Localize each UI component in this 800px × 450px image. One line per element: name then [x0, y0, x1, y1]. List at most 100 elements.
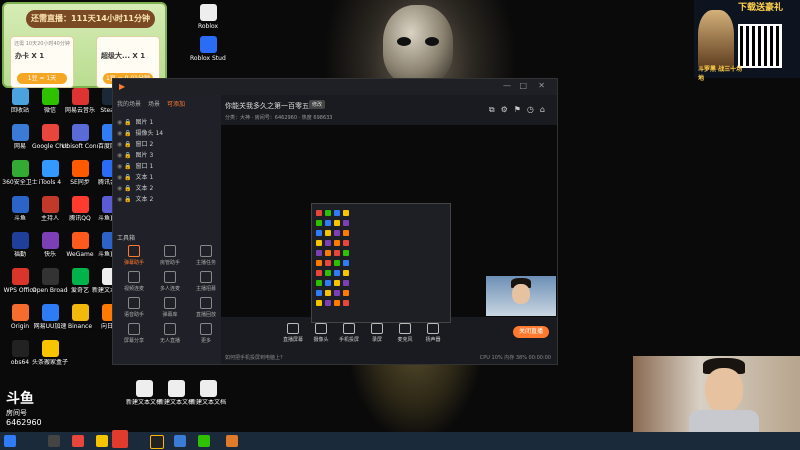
toolbox-item[interactable]: 主播招募: [189, 271, 223, 292]
toolbar-button[interactable]: 录屏: [363, 323, 391, 343]
toolbox-item[interactable]: 弹幕库: [153, 297, 187, 318]
preview-icon: [325, 210, 331, 216]
preview-icon: [325, 250, 331, 256]
toolbar-icon: [343, 323, 355, 334]
desktop-shortcut[interactable]: 新建文本文档: [158, 380, 194, 406]
preview-icon: [325, 280, 331, 286]
source-item[interactable]: ◉ 🔒 文本 2: [117, 194, 209, 205]
close-icon[interactable]: ✕: [538, 81, 545, 90]
toolbar-button[interactable]: 手机投屏: [335, 323, 363, 343]
minimize-icon[interactable]: —: [503, 81, 511, 90]
toolbox-item[interactable]: 多人连麦: [153, 271, 187, 292]
status-stats: CPU 10% 内存 38% 00:00:00: [479, 355, 551, 361]
visibility-icon[interactable]: ◉ 🔒: [117, 196, 134, 203]
app-icon: [167, 380, 185, 397]
live-goal-card: 还需直播：111天14小时11分钟 还需 10天20小时40分钟 办卡 X 1 …: [2, 2, 167, 88]
app-logo-icon: ▶: [119, 82, 126, 91]
source-label: 图片 3: [135, 152, 154, 159]
source-item[interactable]: ◉ 🔒 窗口 2: [117, 139, 209, 150]
promo-banner[interactable]: 下载送豪礼 斗罗黑 战三十场地: [694, 0, 800, 82]
desktop-shortcut[interactable]: Roblox: [190, 4, 226, 30]
sidebar-tab[interactable]: 场景: [148, 101, 160, 108]
toolbar-button[interactable]: 直播屏幕: [279, 323, 307, 343]
visibility-icon[interactable]: ◉ 🔒: [117, 119, 134, 126]
toolbox-item[interactable]: 房管助手: [153, 245, 187, 266]
taskbar-app-icon[interactable]: [96, 435, 108, 447]
toolbox-item[interactable]: 屏幕分享: [117, 323, 151, 344]
sidebar-tab[interactable]: 我的场景: [117, 101, 141, 108]
promo-title: 下载送豪礼: [738, 3, 784, 13]
source-item[interactable]: ◉ 🔒 窗口 1: [117, 161, 209, 172]
taskbar-app-icon[interactable]: [48, 435, 60, 447]
desktop-shortcut[interactable]: 新建文本文档 (6): [126, 380, 162, 406]
preview-icon: [316, 220, 322, 226]
preview-icon: [334, 220, 340, 226]
toolbox-item[interactable]: 主播任务: [189, 245, 223, 266]
preview-icon: [316, 290, 322, 296]
source-item[interactable]: ◉ 🔒 摄像头 14: [117, 128, 209, 139]
toolbox-item[interactable]: 视频连麦: [117, 271, 151, 292]
edit-title-button[interactable]: 修改: [309, 100, 326, 109]
app-icon: [71, 88, 89, 105]
bottom-toolbar: 直播屏幕 摄像头 手机投屏 录屏 麦克风 扬声器 关闭直播: [221, 321, 557, 347]
source-item[interactable]: ◉ 🔒 图片 3: [117, 150, 209, 161]
toolbox-item[interactable]: 直播回放: [189, 297, 223, 318]
tool-icon: [164, 297, 176, 309]
top-action-icons[interactable]: ⧉⚙⚑◷⌂: [489, 105, 551, 115]
visibility-icon[interactable]: ◉ 🔒: [117, 174, 134, 181]
tool-label: 视频连麦: [123, 286, 144, 292]
goal-tile[interactable]: 还需 10天20小时40分钟 办卡 X 1 1豆 = 1天: [10, 36, 74, 88]
toolbar-button[interactable]: 摄像头: [307, 323, 335, 343]
taskbar-app-icon[interactable]: [150, 435, 164, 449]
status-hint[interactable]: 如何把手机投屏到电脑上?: [225, 355, 283, 361]
visibility-icon[interactable]: ◉ 🔒: [117, 141, 134, 148]
qr-code: [738, 24, 782, 68]
toolbar-label: 手机投屏: [338, 337, 359, 343]
app-icon: [41, 196, 59, 213]
app-icon: [11, 88, 29, 105]
toolbar-button[interactable]: 麦克风: [391, 323, 419, 343]
start-button-icon[interactable]: [4, 435, 16, 447]
streaming-app-window: ▶ — □ ✕ 我的场景 场景 可添加 ◉ 🔒 图片 1 ◉ 🔒 摄像头 14 ◉ 🔒 …: [112, 78, 558, 365]
app-icon: [199, 380, 217, 397]
douyu-taskbar-icon[interactable]: [112, 430, 128, 448]
source-item[interactable]: ◉ 🔒 文本 1: [117, 172, 209, 183]
toolbar-button[interactable]: 扬声器: [419, 323, 447, 343]
preview-icon: [343, 250, 349, 256]
preview-icon: [325, 220, 331, 226]
toolbox-item[interactable]: 弹幕助手: [117, 245, 151, 266]
desktop-shortcut[interactable]: Roblox Studio: [190, 36, 226, 62]
desktop-shortcut[interactable]: 新建文本文档: [190, 380, 226, 406]
watermark-brand: 房间号: [6, 409, 27, 417]
preview-icon: [316, 230, 322, 236]
toolbox-item[interactable]: 语音助手: [117, 297, 151, 318]
wechat-icon[interactable]: [198, 435, 210, 447]
preview-icon: [343, 230, 349, 236]
visibility-icon[interactable]: ◉ 🔒: [117, 163, 134, 170]
source-item[interactable]: ◉ 🔒 文本 2: [117, 183, 209, 194]
visibility-icon[interactable]: ◉ 🔒: [117, 152, 134, 159]
app-icon: [11, 196, 29, 213]
app-icon: [11, 340, 29, 357]
taskbar-app-icon[interactable]: [174, 435, 186, 447]
tool-label: 多人连麦: [159, 286, 180, 292]
goal-tile-button[interactable]: 1豆 = 1天: [17, 73, 67, 84]
preview-icon: [316, 250, 322, 256]
toolbox-item[interactable]: 更多: [189, 323, 223, 344]
preview-icon: [343, 300, 349, 306]
preview-icon: [343, 290, 349, 296]
app-icon: [71, 124, 89, 141]
taskbar-app-icon[interactable]: [226, 435, 238, 447]
toolbox-item[interactable]: 无人直播: [153, 323, 187, 344]
chrome-icon[interactable]: [72, 435, 84, 447]
preview-icon: [325, 260, 331, 266]
sidebar-tab[interactable]: 可添加: [167, 101, 185, 108]
source-item[interactable]: ◉ 🔒 图片 1: [117, 117, 209, 128]
visibility-icon[interactable]: ◉ 🔒: [117, 130, 134, 137]
desktop-shortcut[interactable]: 头条搬家盒子: [32, 340, 68, 366]
visibility-icon[interactable]: ◉ 🔒: [117, 185, 134, 192]
maximize-icon[interactable]: □: [519, 81, 527, 90]
stop-live-button[interactable]: 关闭直播: [513, 326, 549, 338]
preview-icon: [316, 270, 322, 276]
desktop-shortcut-label: 新建文本文档: [158, 399, 194, 406]
